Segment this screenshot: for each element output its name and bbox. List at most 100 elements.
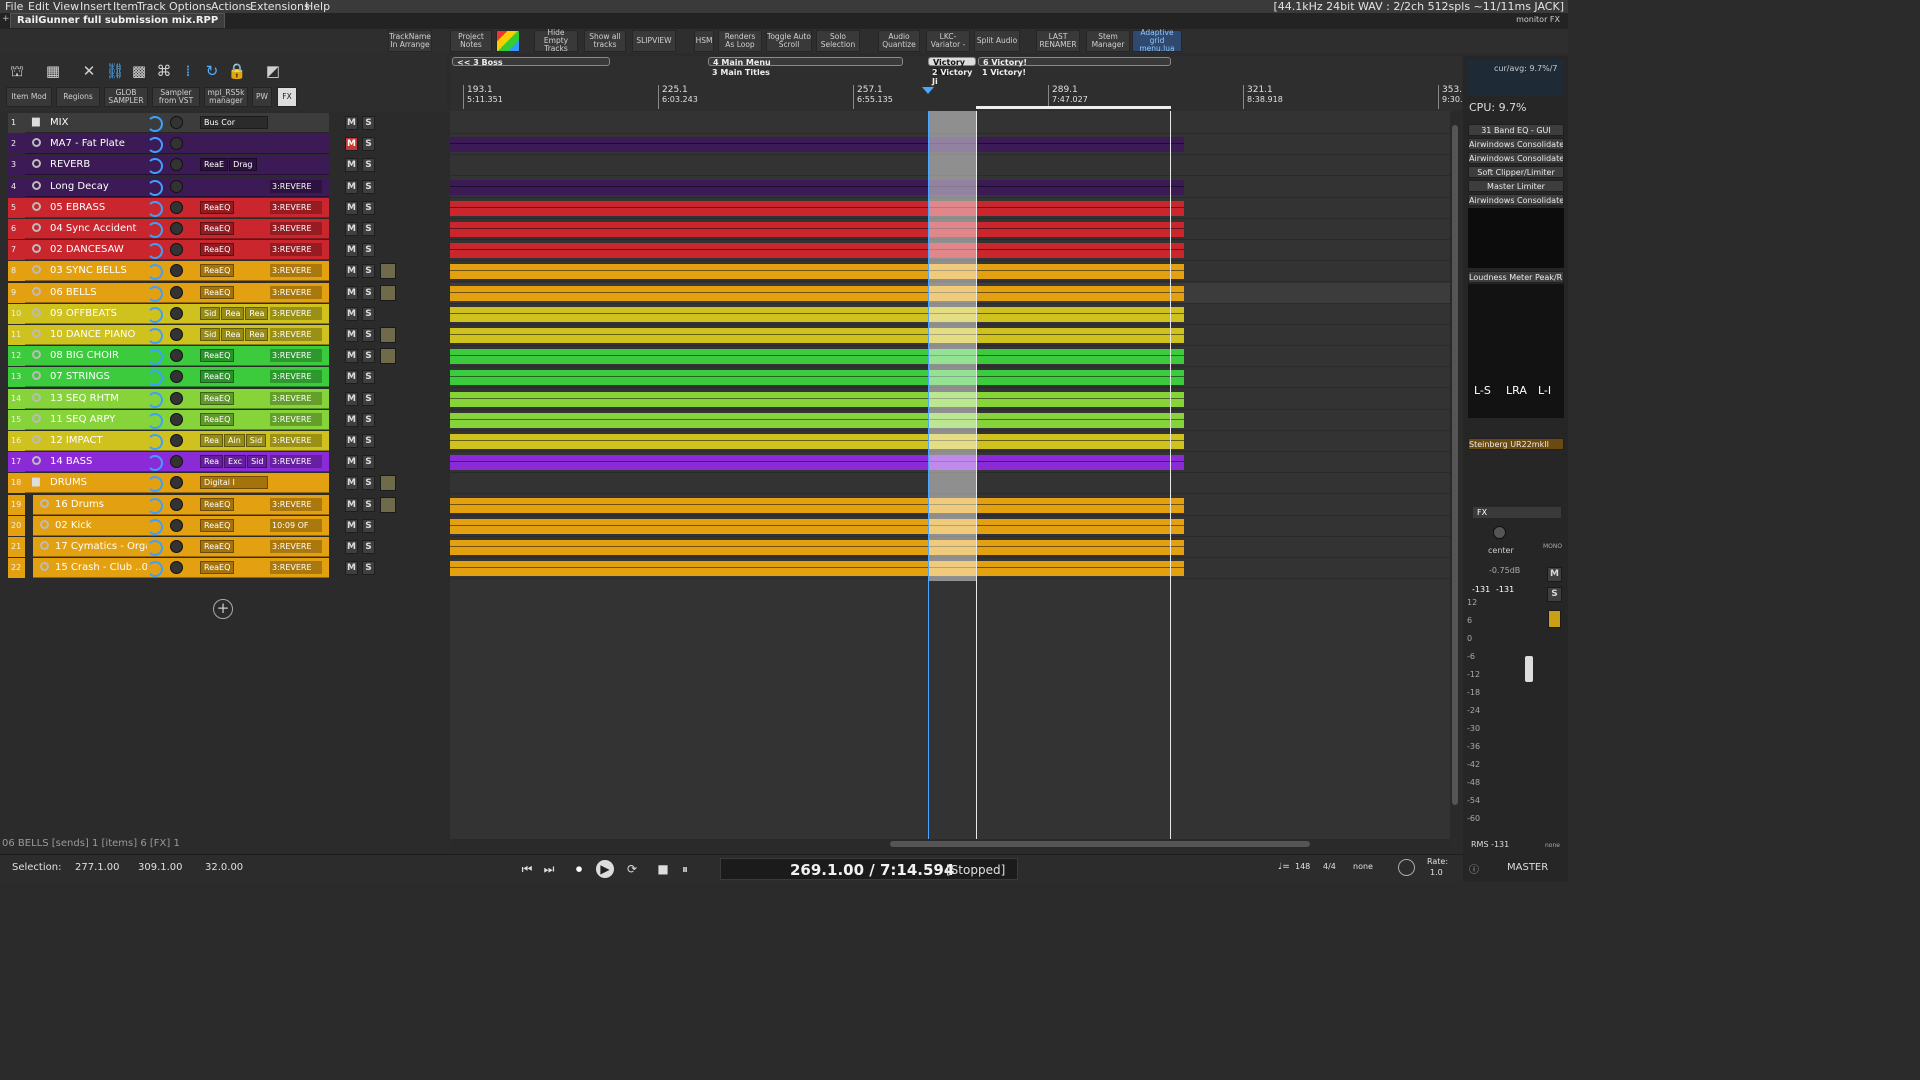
regions-button[interactable]: Regions xyxy=(56,87,100,107)
pan-knob-icon[interactable] xyxy=(170,179,183,193)
pan-knob-icon[interactable] xyxy=(170,391,183,405)
volume-knob-icon[interactable] xyxy=(147,158,163,175)
fx-chain-item[interactable]: Sid xyxy=(247,455,268,469)
mute-button[interactable]: M xyxy=(345,518,358,533)
show-all-tracks-button[interactable]: Show all tracks xyxy=(584,30,626,52)
fx-chain-item[interactable]: Digital I xyxy=(200,476,268,490)
mute-button[interactable]: M xyxy=(345,264,358,279)
send-indicator[interactable]: 3:REVERE xyxy=(270,370,322,384)
pan-knob-icon[interactable] xyxy=(170,137,183,151)
record-arm-icon[interactable] xyxy=(40,562,49,572)
solo-button[interactable]: S xyxy=(362,497,375,512)
pan-knob-icon[interactable] xyxy=(170,518,183,532)
fx-chain-item[interactable]: ReaEQ xyxy=(200,497,235,511)
pan-knob-icon[interactable] xyxy=(170,222,183,235)
marker-victory[interactable]: 1 Victory! xyxy=(978,68,1068,77)
solo-button[interactable]: S xyxy=(362,391,375,406)
timeline-ruler[interactable]: << 3 Boss 4 Main Menu Victory Jing 6 Vic… xyxy=(450,56,1463,111)
record-arm-icon[interactable] xyxy=(32,138,41,148)
send-indicator[interactable]: 3:REVERE xyxy=(270,349,322,363)
media-item[interactable] xyxy=(450,328,1184,343)
renders-as-loop-button[interactable]: Renders As Loop xyxy=(718,30,762,52)
solo-button[interactable]: S xyxy=(362,349,375,364)
record-arm-icon[interactable] xyxy=(32,180,41,190)
selection-length[interactable]: 32.0.00 xyxy=(205,862,243,873)
volume-knob-icon[interactable] xyxy=(147,306,163,323)
track-row[interactable]: 18 ▆ DRUMS Digital I M S xyxy=(0,473,447,494)
send-indicator[interactable]: 3:REVERE xyxy=(270,455,322,469)
master-fx-item[interactable]: Airwindows Consolidated xyxy=(1468,152,1564,164)
item-mod-icon[interactable]: ⛫ xyxy=(6,61,28,81)
master-volume-fader[interactable] xyxy=(1525,656,1533,682)
horizontal-scrollbar[interactable] xyxy=(450,839,1450,849)
track-panel[interactable]: 17 Cymatics - Organ ReaEQ 3:REVERE xyxy=(33,537,329,557)
pan-knob-icon[interactable] xyxy=(170,561,183,575)
media-item[interactable] xyxy=(450,200,1184,216)
fx-chain-item[interactable]: Bus Cor xyxy=(200,116,268,129)
volume-knob-icon[interactable] xyxy=(147,285,163,302)
audio-device-fx[interactable]: Steinberg UR22mkII xyxy=(1468,438,1564,450)
grid-setting[interactable]: none xyxy=(1353,862,1373,871)
solo-button[interactable]: S xyxy=(362,264,375,279)
solo-selection-button[interactable]: Solo Selection xyxy=(816,30,860,52)
volume-knob-icon[interactable] xyxy=(147,412,163,429)
send-indicator[interactable]: 10:09 OF xyxy=(270,518,322,532)
track-panel[interactable]: 03 SYNC BELLS ReaEQ 3:REVERE xyxy=(25,261,329,282)
track-name[interactable]: 15 Crash - Club ..03 xyxy=(55,558,147,578)
fx-chain-item[interactable]: Exc xyxy=(224,455,247,469)
record-arm-icon[interactable] xyxy=(32,201,41,211)
media-item[interactable] xyxy=(450,179,1184,195)
region-main-menu[interactable]: 4 Main Menu xyxy=(708,57,903,67)
track-name[interactable]: 04 Sync Accident xyxy=(50,219,145,239)
track-panel[interactable]: 08 BIG CHOIR ReaEQ 3:REVERE xyxy=(25,346,329,367)
solo-button[interactable]: S xyxy=(362,243,375,258)
item-mod-button[interactable]: Item Mod xyxy=(6,87,52,107)
track-panel[interactable]: 12 IMPACT Rea Ain Sid 3:REVERE xyxy=(25,431,329,451)
track-panel[interactable]: 13 SEQ RHTM ReaEQ 3:REVERE xyxy=(25,388,329,409)
master-fx-item[interactable]: Airwindows Consolidated xyxy=(1468,194,1564,206)
send-indicator[interactable]: 3:REVERE xyxy=(270,179,322,193)
track-name[interactable]: MIX xyxy=(50,113,145,133)
fx-chain-item[interactable]: Sid xyxy=(245,434,267,447)
record-arm-icon[interactable] xyxy=(32,244,41,254)
toggle-auto-scroll-button[interactable]: Toggle Auto Scroll xyxy=(766,30,812,52)
track-row[interactable]: 11 10 DANCE PIANO Sid Rea Rea 3:REVERE M S xyxy=(0,325,447,346)
go-to-end-icon[interactable]: ⏭ xyxy=(540,860,558,878)
mute-button[interactable]: M xyxy=(345,306,358,321)
solo-button[interactable]: S xyxy=(362,540,375,554)
stop-icon[interactable]: ■ xyxy=(654,860,672,878)
hide-empty-tracks-button[interactable]: Hide Empty Tracks xyxy=(534,29,578,53)
ripple-edit-icon[interactable]: ◩ xyxy=(262,61,284,81)
track-panel[interactable]: 06 BELLS ReaEQ 3:REVERE xyxy=(25,282,329,303)
menu-extensions[interactable]: Extensions xyxy=(250,0,310,13)
link-icon[interactable]: ⛓ xyxy=(104,61,126,81)
track-name[interactable]: 10 DANCE PIANO xyxy=(50,325,145,345)
vertical-scrollbar[interactable] xyxy=(1450,111,1460,839)
send-indicator[interactable]: 3:REVERE xyxy=(270,328,322,341)
media-item[interactable] xyxy=(450,391,1184,407)
send-indicator[interactable]: 3:REVERE xyxy=(270,540,322,553)
region-boss[interactable]: << 3 Boss xyxy=(452,57,610,67)
sampler-from-vst-button[interactable]: Sampler from VST xyxy=(152,87,200,107)
solo-button[interactable]: S xyxy=(362,328,375,342)
repeat-icon[interactable]: ⟳ xyxy=(623,860,641,878)
mono-label[interactable]: MONO xyxy=(1543,543,1562,550)
record-arm-icon[interactable] xyxy=(32,307,41,317)
track-name[interactable]: 07 STRINGS xyxy=(50,367,145,387)
project-tab[interactable]: RailGunner full submission mix.RPP xyxy=(10,13,226,28)
mute-button[interactable]: M xyxy=(345,137,358,152)
track-panel[interactable]: 04 Sync Accident ReaEQ 3:REVERE xyxy=(25,219,329,239)
media-item[interactable] xyxy=(450,349,1184,365)
media-item[interactable] xyxy=(450,518,1184,534)
volume-knob-icon[interactable] xyxy=(147,222,163,238)
fx-chain-item[interactable]: ReaEQ xyxy=(200,518,235,532)
solo-button[interactable]: S xyxy=(362,222,375,236)
solo-button[interactable]: S xyxy=(362,200,375,215)
record-arm-icon[interactable] xyxy=(40,519,49,529)
loop-range-bar[interactable] xyxy=(976,106,1171,109)
region-victory[interactable]: 6 Victory! xyxy=(978,57,1171,67)
track-name[interactable]: 02 DANCESAW xyxy=(50,240,145,260)
lkc-variator-button[interactable]: LKC-Variator - xyxy=(926,30,970,52)
play-icon[interactable]: ▶ xyxy=(596,860,614,878)
mute-button[interactable]: M xyxy=(345,434,358,448)
